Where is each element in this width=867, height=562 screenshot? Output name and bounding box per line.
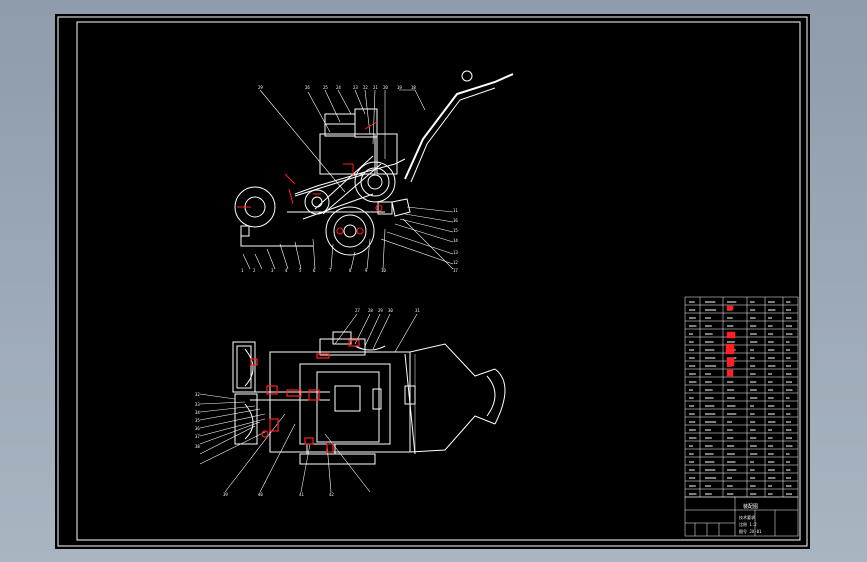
cad-workspace: 29 26 25 24 23 22 21 20 19 18 11 16 15 14 13 12 17 1 2 3 4 5 6… [0, 0, 867, 562]
top-callout-3: 30 [388, 308, 393, 313]
front-callout-8: 19 [397, 85, 402, 90]
drawing-name: 装配图 [743, 503, 758, 510]
front-callout-5: 22 [363, 85, 368, 90]
front-callout-25: 9 [365, 268, 368, 273]
front-callout-20: 4 [285, 268, 288, 273]
front-callout-9: 18 [411, 85, 416, 90]
front-callout-14: 13 [453, 250, 458, 255]
parts-list-table [684, 296, 799, 498]
front-callout-3: 24 [336, 85, 341, 90]
title-note-3: 图号 JX-01 [739, 528, 762, 534]
outer-border [57, 16, 808, 547]
front-callout-24: 8 [349, 268, 352, 273]
front-callout-18: 2 [253, 268, 256, 273]
front-callout-22: 6 [313, 268, 316, 273]
top-callout-8: 35 [195, 418, 200, 423]
top-callout-5: 32 [195, 392, 200, 397]
front-callout-11: 16 [453, 218, 458, 223]
top-callout-10: 37 [195, 434, 200, 439]
title-note-1: 技术要求 [739, 514, 755, 520]
top-callout-13: 40 [258, 492, 263, 497]
front-callout-1: 26 [305, 85, 310, 90]
top-callout-0: 27 [355, 308, 360, 313]
top-callout-4: 31 [415, 308, 420, 313]
front-callout-19: 3 [271, 268, 274, 273]
top-callout-7: 34 [195, 410, 200, 415]
top-callout-1: 28 [368, 308, 373, 313]
top-callout-14: 41 [299, 492, 304, 497]
front-callout-7: 20 [383, 85, 388, 90]
top-callout-9: 36 [195, 426, 200, 431]
front-callout-21: 5 [299, 268, 302, 273]
front-callout-2: 25 [323, 85, 328, 90]
front-callout-12: 15 [453, 228, 458, 233]
drawing-sheet: 29 26 25 24 23 22 21 20 19 18 11 16 15 14 13 12 17 1 2 3 4 5 6… [55, 14, 810, 549]
front-callout-10: 11 [453, 208, 458, 213]
top-callout-2: 29 [378, 308, 383, 313]
front-callout-26: 10 [381, 268, 386, 273]
front-view [234, 70, 514, 270]
top-view [199, 313, 506, 493]
front-callout-17: 1 [241, 268, 244, 273]
front-callout-15: 12 [453, 260, 458, 265]
top-callout-12: 39 [223, 492, 228, 497]
top-callout-15: 42 [329, 492, 334, 497]
title-note-2: 比例 1:2 [739, 521, 757, 527]
front-callout-6: 21 [373, 85, 378, 90]
front-callout-4: 23 [353, 85, 358, 90]
front-callout-13: 14 [453, 238, 458, 243]
top-callout-11: 38 [195, 444, 200, 449]
front-callout-0: 29 [258, 85, 263, 90]
top-callout-6: 33 [195, 402, 200, 407]
assembly-drawing: 29 26 25 24 23 22 21 20 19 18111615141312171 2 3 4 5 6… [57, 16, 808, 547]
front-callout-23: 7 [329, 268, 332, 273]
front-callout-16: 17 [453, 268, 458, 273]
